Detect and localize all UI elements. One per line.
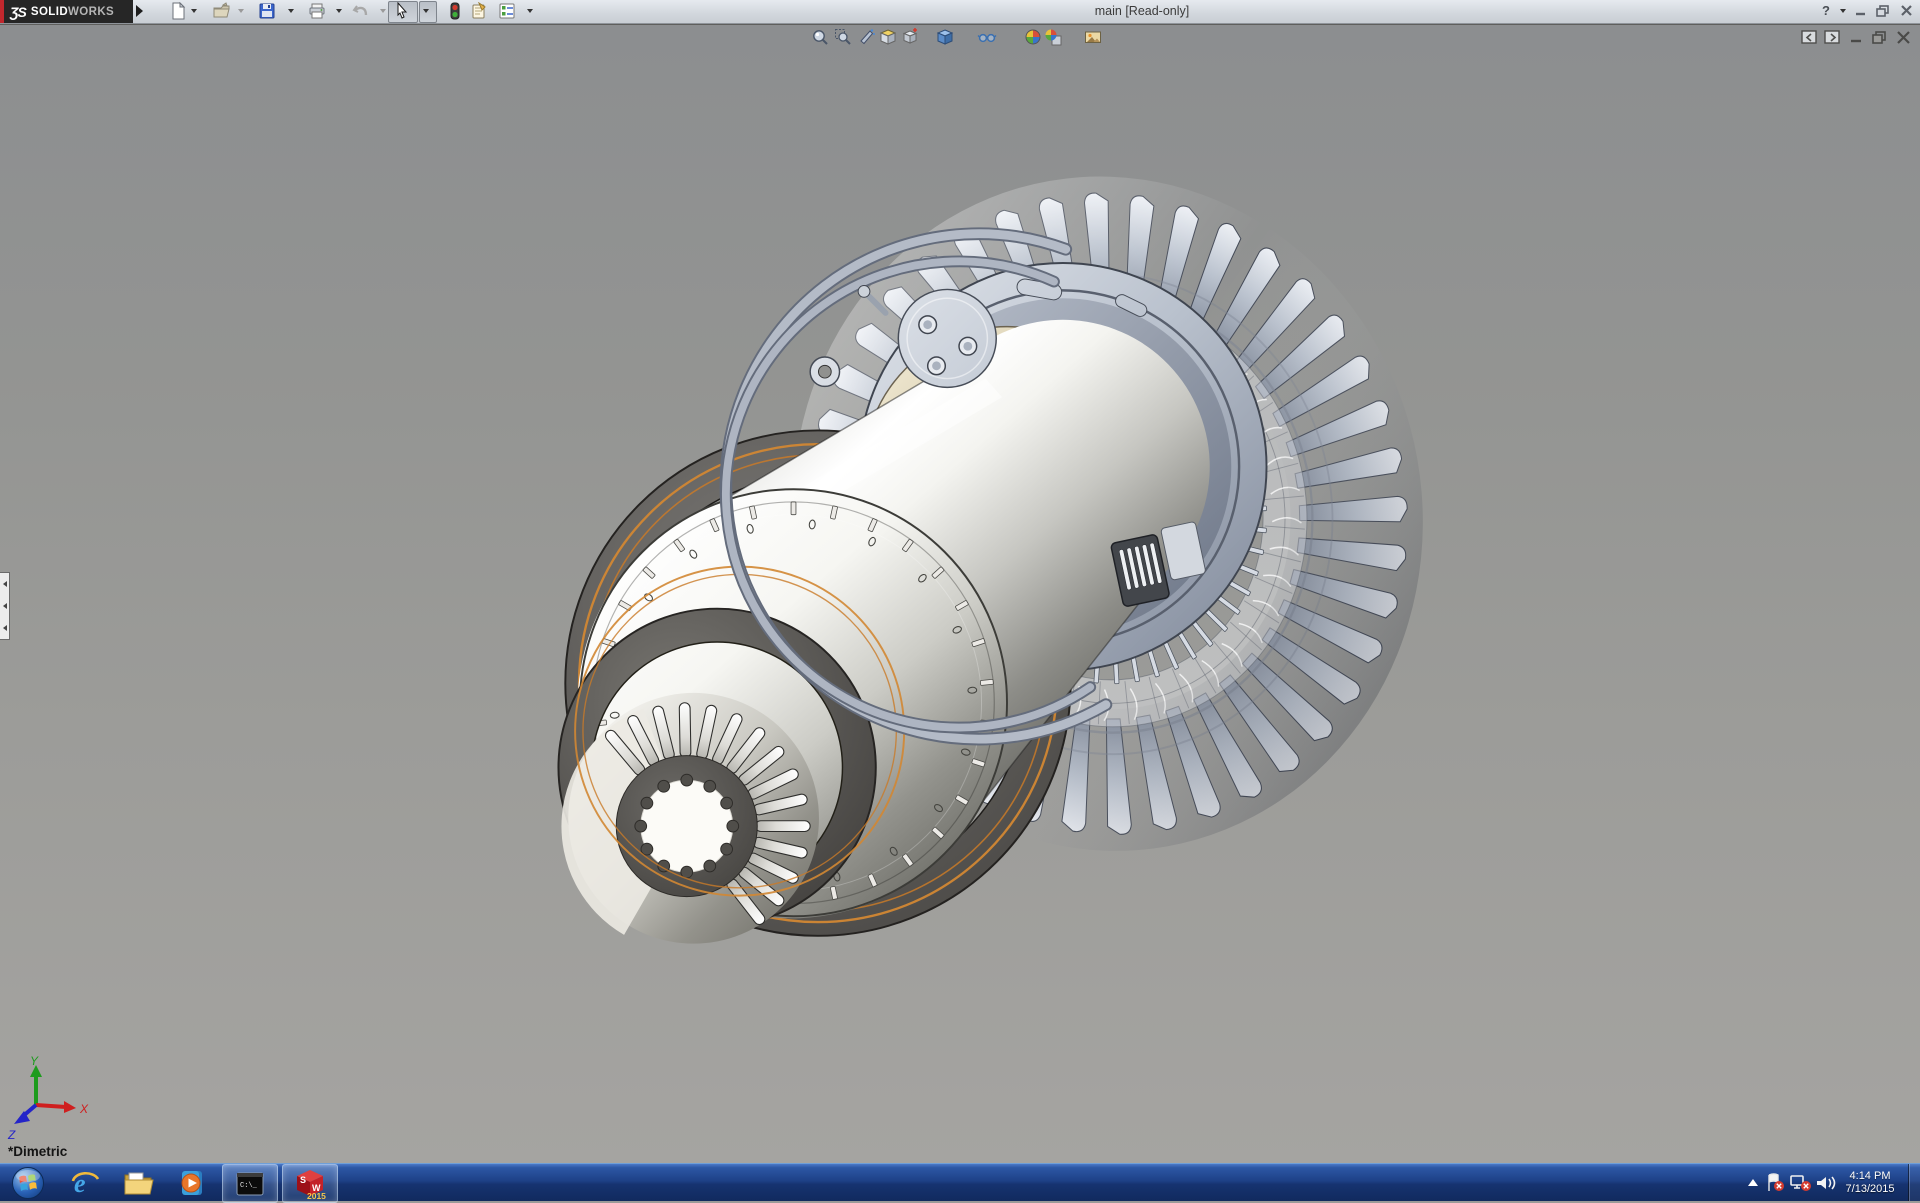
- undo-icon[interactable]: [352, 2, 370, 20]
- expand-pane-icon[interactable]: [1824, 30, 1841, 45]
- network-status-icon[interactable]: [1788, 1173, 1814, 1193]
- sw-year-badge: 2015: [307, 1191, 326, 1200]
- options-dropdown[interactable]: [527, 9, 533, 13]
- bolt-flange: [898, 289, 996, 387]
- clock-time: 4:14 PM: [1838, 1170, 1902, 1183]
- doc-minimize-button[interactable]: [1848, 30, 1865, 45]
- select-dropdown[interactable]: [423, 9, 429, 13]
- display-style-icon[interactable]: [935, 28, 955, 46]
- taskbar-media-player[interactable]: [166, 1164, 220, 1201]
- logo-text-solid: SOLID: [31, 6, 68, 18]
- new-document-dropdown[interactable]: [191, 9, 197, 13]
- triad-x-label: X: [79, 1102, 89, 1116]
- logo-text-works: WORKS: [68, 6, 114, 18]
- collapse-arrow-icon: [3, 603, 7, 609]
- select-cursor-icon[interactable]: [393, 2, 411, 20]
- design-binder-icon[interactable]: [470, 2, 488, 20]
- print-icon[interactable]: [308, 2, 326, 20]
- solidworks-2015-icon: S W 2015: [293, 1168, 327, 1200]
- save-icon[interactable]: [258, 2, 276, 20]
- view-orientation-label: *Dimetric: [8, 1144, 67, 1159]
- save-dropdown[interactable]: [288, 9, 294, 13]
- taskbar-internet-explorer[interactable]: e: [58, 1164, 112, 1201]
- options-icon[interactable]: [498, 2, 516, 20]
- rebuild-traffic-light-icon[interactable]: [446, 2, 464, 20]
- clock-date: 7/13/2015: [1838, 1183, 1902, 1196]
- taskbar: e C:\_ S W 2015: [0, 1163, 1920, 1201]
- internet-explorer-icon: e: [70, 1168, 100, 1198]
- open-dropdown[interactable]: [238, 9, 244, 13]
- show-desktop-button[interactable]: [1908, 1164, 1920, 1201]
- edit-appearance-icon[interactable]: [1023, 28, 1043, 46]
- start-button[interactable]: [4, 1164, 52, 1201]
- solidworks-logo: ƷS SOLIDWORKS: [0, 0, 133, 23]
- media-player-icon: [178, 1168, 208, 1198]
- svg-text:S: S: [300, 1175, 306, 1185]
- help-icon[interactable]: ?: [1822, 3, 1830, 18]
- volume-icon[interactable]: [1814, 1173, 1838, 1193]
- triad-y-label: Y: [30, 1054, 39, 1068]
- jet-engine-model[interactable]: [0, 25, 1920, 1164]
- collapse-arrow-icon: [3, 581, 7, 587]
- zoom-to-fit-icon[interactable]: [810, 28, 830, 46]
- apply-scene-icon[interactable]: [1043, 28, 1063, 46]
- center-bore: [641, 780, 733, 872]
- titlebar: ƷS SOLIDWORKS main [Read-only] ?: [0, 0, 1920, 24]
- action-center-flag-icon[interactable]: [1764, 1173, 1788, 1193]
- taskbar-clock[interactable]: 4:14 PM 7/13/2015: [1838, 1170, 1902, 1196]
- menu-expand-arrow[interactable]: [136, 5, 143, 17]
- view-settings-icon[interactable]: [1083, 28, 1103, 46]
- doc-restore-button[interactable]: [1871, 30, 1888, 45]
- show-hidden-icons-arrow[interactable]: [1742, 1176, 1764, 1190]
- help-dropdown[interactable]: [1840, 9, 1846, 13]
- minimize-button[interactable]: [1852, 3, 1870, 19]
- hide-show-items-icon[interactable]: [977, 28, 997, 46]
- taskbar-solidworks[interactable]: S W 2015: [282, 1164, 338, 1203]
- print-dropdown[interactable]: [336, 9, 342, 13]
- folder-icon: [123, 1169, 155, 1197]
- collapse-arrow-icon: [3, 625, 7, 631]
- undo-dropdown[interactable]: [380, 9, 386, 13]
- open-icon[interactable]: [213, 2, 231, 20]
- taskbar-windows-explorer[interactable]: [112, 1164, 166, 1201]
- new-document-icon[interactable]: [169, 2, 187, 20]
- zoom-to-area-icon[interactable]: [833, 28, 853, 46]
- window-title: main [Read-only]: [1061, 4, 1223, 18]
- doc-close-button[interactable]: [1895, 30, 1912, 45]
- restore-button[interactable]: [1874, 3, 1892, 19]
- system-tray: 4:14 PM 7/13/2015: [1742, 1164, 1920, 1201]
- annotation-views-icon[interactable]: [900, 28, 920, 46]
- close-button[interactable]: [1898, 3, 1916, 19]
- triad-z-label: Z: [7, 1128, 16, 1142]
- view-orientation-icon[interactable]: [878, 28, 898, 46]
- section-view-icon[interactable]: [857, 28, 877, 46]
- solidworks-logo-mark: ƷS: [10, 4, 26, 20]
- graphics-viewport[interactable]: Y X Z *Dimetric: [0, 24, 1920, 1164]
- cmd-prompt-text: C:\_: [240, 1182, 258, 1190]
- logo-red-strip: [0, 0, 4, 23]
- feature-pane-collapse-tab[interactable]: [0, 572, 10, 640]
- windows-start-orb-icon: [11, 1166, 45, 1200]
- taskbar-command-prompt[interactable]: C:\_: [222, 1164, 278, 1203]
- collapse-pane-icon[interactable]: [1801, 30, 1818, 45]
- command-prompt-icon: C:\_: [235, 1171, 265, 1197]
